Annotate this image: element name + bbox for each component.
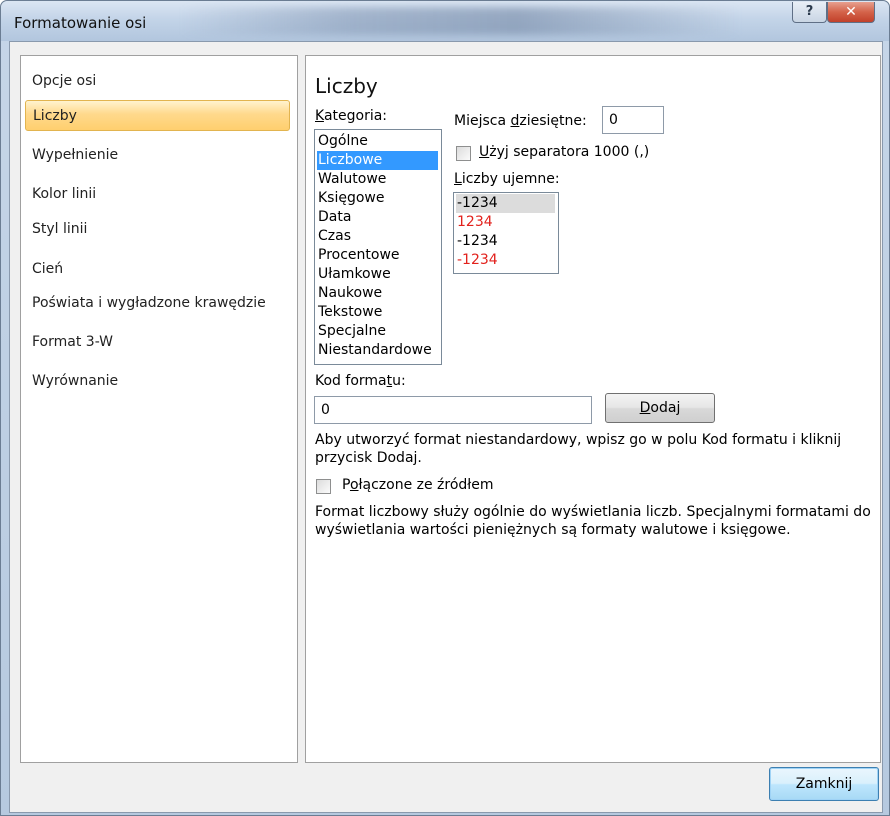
category-option[interactable]: Niestandardowe <box>317 341 438 360</box>
category-option[interactable]: Specjalne <box>317 322 438 341</box>
close-dialog-button[interactable]: Zamknij <box>769 767 879 801</box>
decimal-places-label: Miejsca dziesiętne: <box>454 113 587 129</box>
panel-title: Liczby <box>315 74 378 98</box>
decimal-places-input[interactable]: 0 <box>602 106 664 134</box>
close-window-button[interactable]: ✕ <box>827 2 875 23</box>
add-format-button[interactable]: Dodaj <box>605 393 715 423</box>
thousand-separator-checkbox[interactable] <box>456 146 471 161</box>
thousand-separator-label: Użyj separatora 1000 (,) <box>479 144 650 160</box>
linked-to-source-checkbox[interactable] <box>316 479 331 494</box>
dialog-title: Formatowanie osi <box>14 14 147 32</box>
category-option[interactable]: Księgowe <box>317 189 438 208</box>
format-code-input[interactable]: 0 <box>314 396 592 424</box>
numbers-panel: Liczby Kategoria: Ogólne Liczbowe Waluto… <box>305 55 881 763</box>
category-option[interactable]: Tekstowe <box>317 303 438 322</box>
nav-item-glow-soft-edges[interactable]: Poświata i wygładzone krawędzie <box>25 288 290 319</box>
category-option[interactable]: Czas <box>317 227 438 246</box>
category-option[interactable]: Procentowe <box>317 246 438 265</box>
nav-item-axis-options[interactable]: Opcje osi <box>25 66 290 97</box>
category-option[interactable]: Walutowe <box>317 170 438 189</box>
nav-item-line-style[interactable]: Styl linii <box>25 214 290 245</box>
nav-item-numbers[interactable]: Liczby <box>25 100 290 131</box>
negative-option[interactable]: -1234 <box>456 232 555 251</box>
negative-option[interactable]: -1234 <box>456 251 555 270</box>
category-option[interactable]: Naukowe <box>317 284 438 303</box>
category-option[interactable]: Data <box>317 208 438 227</box>
close-icon: ✕ <box>845 4 857 20</box>
category-label: Kategoria: <box>315 108 388 124</box>
help-button[interactable]: ? <box>792 2 827 23</box>
number-format-description: Format liczbowy służy ogólnie do wyświet… <box>315 504 871 538</box>
nav-item-3d-format[interactable]: Format 3-W <box>25 327 290 358</box>
category-option[interactable]: Ogólne <box>317 132 438 151</box>
linked-to-source-label: Połączone ze źródłem <box>342 477 494 493</box>
negative-option-selected[interactable]: -1234 <box>456 194 555 213</box>
negative-numbers-listbox[interactable]: -1234 1234 -1234 -1234 <box>453 192 559 274</box>
negative-option[interactable]: 1234 <box>456 213 555 232</box>
negative-numbers-label: Liczby ujemne: <box>454 171 560 187</box>
nav-item-fill[interactable]: Wypełnienie <box>25 140 290 171</box>
nav-item-shadow[interactable]: Cień <box>25 254 290 285</box>
custom-format-help-text: Aby utworzyć format niestandardowy, wpis… <box>315 432 842 466</box>
help-icon: ? <box>805 4 814 19</box>
category-nav: Opcje osi Liczby Wypełnienie Kolor linii… <box>20 55 298 763</box>
title-bar-shading <box>181 7 741 35</box>
nav-item-alignment[interactable]: Wyrównanie <box>25 366 290 397</box>
category-option[interactable]: Ułamkowe <box>317 265 438 284</box>
category-option-selected[interactable]: Liczbowe <box>317 151 438 170</box>
category-listbox[interactable]: Ogólne Liczbowe Walutowe Księgowe Data C… <box>314 129 442 365</box>
nav-item-line-color[interactable]: Kolor linii <box>25 179 290 210</box>
format-code-label: Kod formatu: <box>315 373 406 389</box>
title-bar[interactable]: Formatowanie osi ? ✕ <box>1 1 889 41</box>
